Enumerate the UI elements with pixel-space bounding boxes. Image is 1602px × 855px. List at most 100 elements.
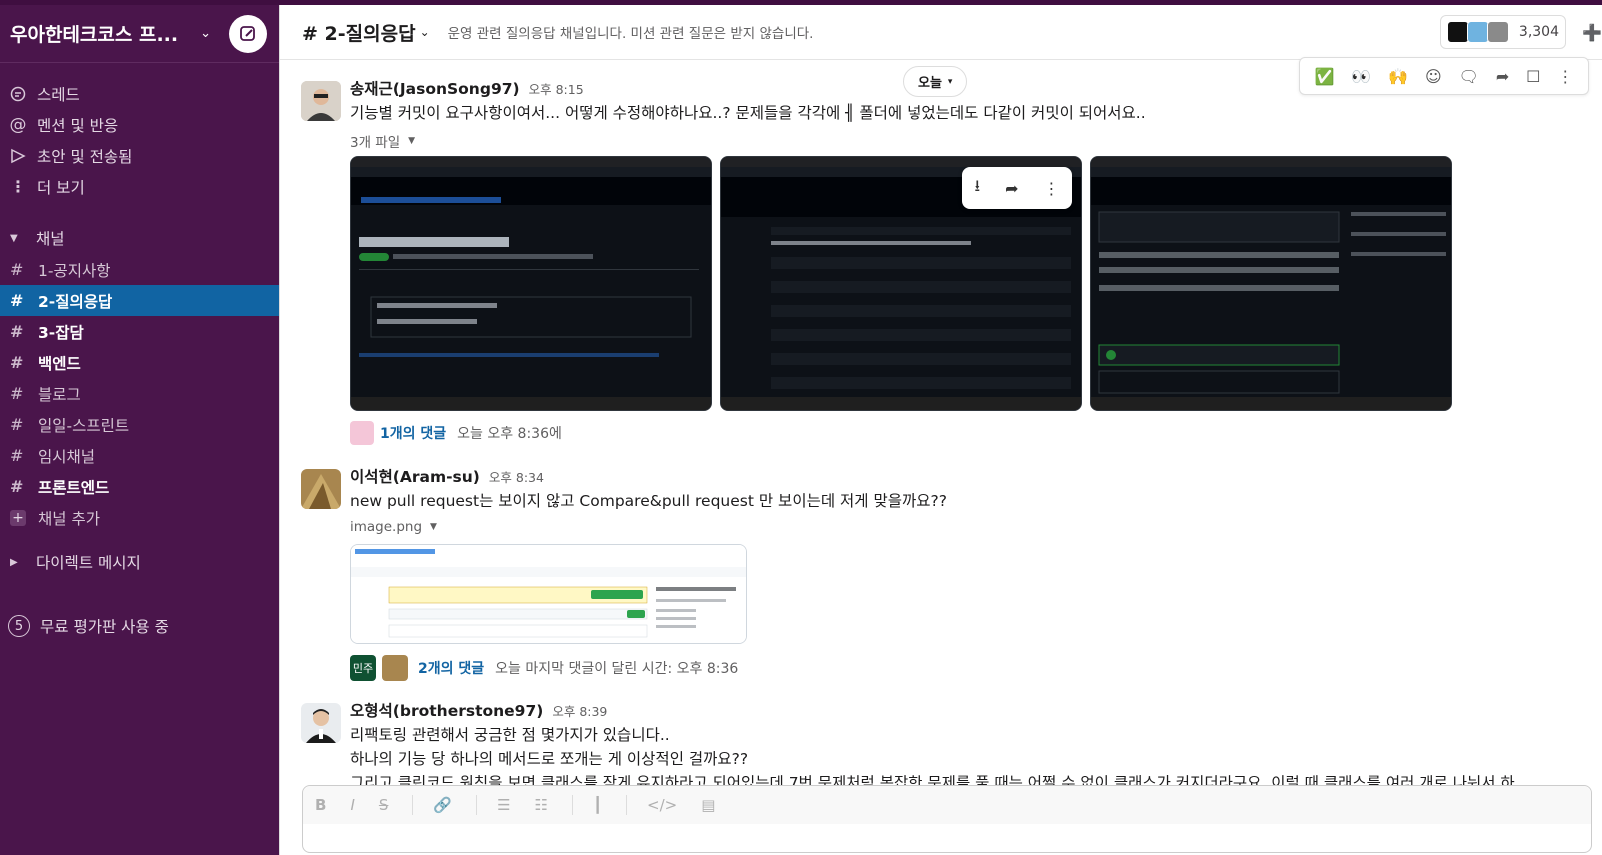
raised-hands-reaction-icon[interactable]: 🙌 — [1388, 67, 1408, 86]
avatar[interactable] — [301, 81, 341, 121]
sidebar-item-drafts[interactable]: 초안 및 전송됨 — [0, 140, 279, 171]
channel-topic: 운영 관련 질의응답 채널입니다. 미션 관련 질문은 받지 않습니다. — [447, 26, 814, 42]
compose-icon — [240, 25, 255, 41]
thread-summary[interactable]: 민주 2개의 댓글 오늘 마지막 댓글이 달린 시간: 오후 8:36 — [350, 655, 738, 681]
caret-down-icon: ▼ — [430, 522, 437, 532]
download-icon[interactable]: ⭳ — [974, 175, 980, 202]
file-name-label: image.png — [350, 519, 423, 535]
sidebar-channel-chat[interactable]: #3-잡담 — [0, 316, 279, 347]
workspace-header[interactable]: 우아한테크코스 프... ⌄ — [0, 5, 279, 63]
sidebar-channel-frontend[interactable]: # 프론트엔드 — [0, 471, 279, 502]
sidebar-item-more[interactable]: ⋮ 더 보기 — [0, 171, 279, 202]
sidebar-item-label: 스레드 — [37, 85, 80, 104]
date-divider-pill[interactable]: 오늘 ▾ — [903, 66, 968, 97]
bold-icon[interactable]: B — [315, 796, 326, 814]
file-name-toggle[interactable]: image.png ▼ — [350, 519, 1590, 535]
add-people-icon[interactable]: ➕ — [1582, 23, 1602, 42]
sidebar-channel-backend[interactable]: # 백엔드 — [0, 347, 279, 378]
hash-icon: # — [10, 291, 24, 310]
chevron-down-icon[interactable]: ⌄ — [200, 26, 211, 41]
message-timestamp[interactable]: 오후 8:39 — [552, 701, 607, 720]
channel-label: 임시채널 — [38, 447, 96, 466]
channel-label: 블로그 — [38, 385, 81, 404]
sidebar-item-threads[interactable]: 스레드 — [0, 78, 279, 109]
sidebar-channel-daily-sprint[interactable]: # 일일-스프린트 — [0, 409, 279, 440]
file-thumbnail-3[interactable] — [1090, 156, 1452, 411]
reply-thread-icon[interactable]: 🗨 — [1459, 67, 1479, 86]
avatar[interactable] — [301, 703, 341, 743]
avatar[interactable] — [301, 469, 341, 509]
dm-section-header[interactable]: ▶ 다이렉트 메시지 — [0, 546, 279, 578]
trial-days-badge: 5 — [8, 615, 30, 637]
hash-icon: # — [10, 353, 24, 372]
member-avatar — [1486, 21, 1509, 43]
trial-status[interactable]: 5 무료 평가판 사용 중 — [0, 609, 279, 643]
message-text: new pull request는 보이지 않고 Compare&pull re… — [350, 492, 947, 510]
bookmark-icon[interactable]: ☐ — [1526, 67, 1540, 86]
member-avatar — [1446, 21, 1469, 43]
message-text-line: 리팩토링 관련해서 궁금한 점 몇가지가 있습니다.. — [350, 726, 670, 744]
strikethrough-icon[interactable]: S — [379, 796, 389, 814]
plus-icon: + — [10, 509, 26, 526]
link-icon[interactable]: 🔗 — [433, 796, 452, 814]
message-actions-toolbar: ✅ 👀 🙌 ☺ 🗨 ➦ ☐ ⋮ — [1299, 57, 1589, 95]
thread-last-reply: 오늘 오후 8:36에 — [457, 426, 562, 442]
message-author[interactable]: 송재근(JasonSong97) — [350, 77, 520, 99]
avatar: 민주 — [350, 655, 376, 681]
caret-right-icon[interactable]: ▶ — [10, 557, 22, 568]
caret-down-icon: ▼ — [408, 136, 416, 146]
ordered-list-icon[interactable]: ☰ — [497, 796, 510, 814]
eyes-reaction-icon[interactable]: 👀 — [1351, 67, 1371, 86]
channel-label: 백엔드 — [38, 354, 81, 373]
bullet-list-icon[interactable]: ☷ — [535, 796, 548, 814]
sidebar-item-mentions[interactable]: @ 멘션 및 반응 — [0, 109, 279, 140]
avatar — [382, 655, 408, 681]
files-toggle[interactable]: 3개 파일 ▼ — [350, 131, 1590, 151]
avatar — [350, 421, 374, 445]
thread-reply-count[interactable]: 2개의 댓글 — [418, 658, 484, 678]
thread-summary[interactable]: 1개의 댓글 오늘 오후 8:36에 — [350, 421, 562, 445]
message-author[interactable]: 이석현(Aram-su) — [350, 465, 480, 487]
sidebar-channel-qna[interactable]: #2-질의응답 — [0, 285, 279, 316]
code-icon[interactable]: </> — [647, 796, 677, 814]
hash-icon: # — [10, 322, 24, 341]
channel-label: 일일-스프린트 — [38, 416, 130, 435]
blockquote-icon[interactable]: ┃ — [593, 796, 602, 814]
sidebar-item-label: 멘션 및 반응 — [37, 116, 119, 135]
checkmark-reaction-icon[interactable]: ✅ — [1314, 67, 1334, 86]
compose-button[interactable] — [229, 14, 267, 53]
chevron-down-icon[interactable]: ⌄ — [420, 25, 430, 39]
sidebar-channel-temp[interactable]: # 임시채널 — [0, 440, 279, 471]
italic-icon[interactable]: I — [350, 796, 354, 814]
file-thumbnail-1[interactable] — [350, 156, 712, 411]
message-timestamp[interactable]: 오후 8:34 — [489, 467, 544, 486]
thread-last-reply: 오늘 마지막 댓글이 달린 시간: 오후 8:36 — [495, 661, 739, 677]
threads-icon — [9, 85, 27, 103]
add-channel-button[interactable]: + 채널 추가 — [0, 502, 279, 533]
share-icon[interactable]: ➦ — [1496, 67, 1509, 86]
file-hover-actions: ⭳ ➦ ⋮ — [962, 167, 1072, 209]
members-button[interactable]: 3,304 — [1439, 15, 1566, 49]
add-reaction-icon[interactable]: ☺ — [1425, 67, 1442, 86]
dm-section-label: 다이렉트 메시지 — [36, 554, 141, 572]
more-actions-icon[interactable]: ⋮ — [1557, 67, 1573, 86]
code-block-icon[interactable]: ▤ — [701, 796, 715, 814]
workspace-name[interactable]: 우아한테크코스 프... — [10, 20, 178, 47]
caret-down-icon[interactable]: ▼ — [10, 233, 22, 244]
share-icon[interactable]: ➦ — [1005, 179, 1018, 198]
sidebar-channel-blog[interactable]: # 블로그 — [0, 378, 279, 409]
file-thumbnail-image[interactable] — [350, 544, 747, 644]
channel-title[interactable]: # 2-질의응답 — [302, 19, 416, 46]
member-avatar — [1466, 21, 1489, 43]
more-actions-icon[interactable]: ⋮ — [1043, 179, 1059, 198]
toolbar-divider — [476, 795, 478, 815]
add-channel-label: 채널 추가 — [38, 509, 100, 528]
channels-section-header[interactable]: ▼ 채널 — [0, 222, 279, 254]
sidebar-channel-notice[interactable]: #1-공지사항 — [0, 254, 279, 285]
thread-reply-count[interactable]: 1개의 댓글 — [380, 423, 446, 443]
message-timestamp[interactable]: 오후 8:15 — [529, 79, 584, 98]
message-composer[interactable]: B I S 🔗 ☰ ☷ ┃ </> ▤ — [302, 785, 1592, 853]
message-author[interactable]: 오형석(brotherstone97) — [350, 699, 543, 721]
hash-icon: # — [10, 446, 24, 465]
files-count-label: 3개 파일 — [350, 135, 401, 151]
